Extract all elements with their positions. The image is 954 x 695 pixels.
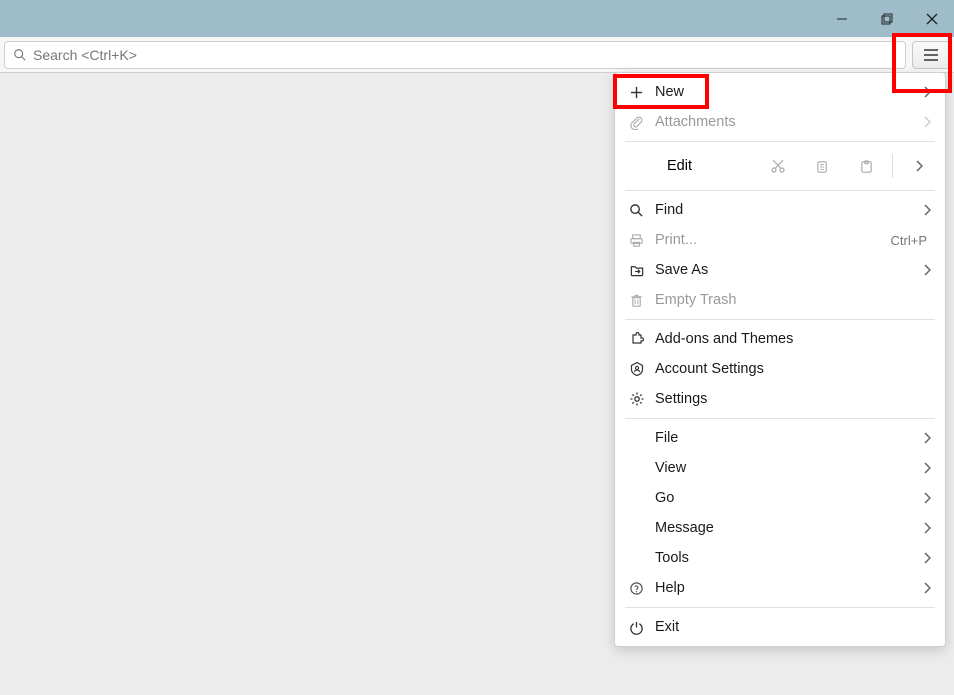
edit-buttons	[756, 149, 941, 183]
menu-new[interactable]: New	[615, 77, 945, 107]
puzzle-icon	[629, 331, 655, 347]
minimize-button[interactable]	[819, 0, 864, 37]
menu-save-as-label: Save As	[655, 262, 915, 278]
menu-print-label: Print...	[655, 232, 891, 248]
menu-view-label: View	[655, 460, 915, 476]
maximize-icon	[881, 13, 893, 25]
menu-separator	[625, 190, 935, 191]
menu-empty-trash-label: Empty Trash	[655, 292, 931, 308]
menu-find-label: Find	[655, 202, 915, 218]
menu-new-label: New	[655, 84, 915, 100]
menu-print: Print... Ctrl+P	[615, 225, 945, 255]
printer-icon	[629, 233, 655, 248]
menu-file[interactable]: File	[615, 423, 945, 453]
close-button[interactable]	[909, 0, 954, 37]
gear-icon	[629, 391, 655, 407]
power-icon	[629, 620, 655, 635]
hamburger-icon	[923, 48, 939, 62]
edit-submenu-button[interactable]	[897, 149, 941, 183]
menu-settings[interactable]: Settings	[615, 384, 945, 414]
search-icon	[13, 48, 27, 62]
chevron-right-icon	[915, 264, 931, 276]
chevron-right-icon	[915, 582, 931, 594]
menu-message-label: Message	[655, 520, 915, 536]
maximize-button[interactable]	[864, 0, 909, 37]
close-icon	[926, 13, 938, 25]
menu-settings-label: Settings	[655, 391, 931, 407]
help-icon	[629, 581, 655, 596]
plus-icon	[629, 85, 655, 100]
app-menu: New Attachments Edit Find	[614, 72, 946, 647]
menu-empty-trash: Empty Trash	[615, 285, 945, 315]
menu-separator	[625, 319, 935, 320]
chevron-right-icon	[915, 116, 931, 128]
cut-button[interactable]	[756, 149, 800, 183]
paperclip-icon	[629, 115, 655, 130]
menu-addons[interactable]: Add-ons and Themes	[615, 324, 945, 354]
chevron-right-icon	[915, 432, 931, 444]
chevron-right-icon	[915, 492, 931, 504]
menu-exit-label: Exit	[655, 619, 931, 635]
chevron-right-icon	[915, 86, 931, 98]
menu-separator	[625, 607, 935, 608]
chevron-right-icon	[915, 160, 923, 172]
menu-addons-label: Add-ons and Themes	[655, 331, 931, 347]
paste-icon	[859, 159, 874, 174]
menu-account-settings-label: Account Settings	[655, 361, 931, 377]
titlebar	[0, 0, 954, 37]
menu-attachments-label: Attachments	[655, 114, 915, 130]
search-input[interactable]: Search <Ctrl+K>	[4, 41, 906, 69]
chevron-right-icon	[915, 552, 931, 564]
menu-save-as[interactable]: Save As	[615, 255, 945, 285]
account-icon	[629, 361, 655, 377]
trash-icon	[629, 293, 655, 308]
menu-exit[interactable]: Exit	[615, 612, 945, 642]
search-placeholder: Search <Ctrl+K>	[33, 47, 137, 63]
menu-go-label: Go	[655, 490, 915, 506]
chevron-right-icon	[915, 204, 931, 216]
minimize-icon	[836, 13, 848, 25]
paste-button[interactable]	[844, 149, 888, 183]
toolbar: Search <Ctrl+K>	[0, 37, 954, 73]
copy-button[interactable]	[800, 149, 844, 183]
menu-go[interactable]: Go	[615, 483, 945, 513]
chevron-right-icon	[915, 462, 931, 474]
app-menu-button[interactable]	[912, 41, 950, 69]
folder-arrow-icon	[629, 263, 655, 278]
scissors-icon	[770, 158, 786, 174]
magnifier-icon	[629, 203, 655, 218]
menu-account-settings[interactable]: Account Settings	[615, 354, 945, 384]
menu-file-label: File	[655, 430, 915, 446]
menu-separator	[625, 141, 935, 142]
edit-divider	[892, 154, 893, 178]
menu-help-label: Help	[655, 580, 915, 596]
menu-view[interactable]: View	[615, 453, 945, 483]
menu-print-shortcut: Ctrl+P	[891, 233, 927, 248]
copy-icon	[815, 159, 830, 174]
menu-separator	[625, 418, 935, 419]
menu-tools-label: Tools	[655, 550, 915, 566]
menu-message[interactable]: Message	[615, 513, 945, 543]
menu-help[interactable]: Help	[615, 573, 945, 603]
menu-attachments: Attachments	[615, 107, 945, 137]
menu-tools[interactable]: Tools	[615, 543, 945, 573]
menu-edit-label: Edit	[655, 158, 692, 174]
menu-edit-row: Edit	[615, 146, 945, 186]
menu-find[interactable]: Find	[615, 195, 945, 225]
chevron-right-icon	[915, 522, 931, 534]
